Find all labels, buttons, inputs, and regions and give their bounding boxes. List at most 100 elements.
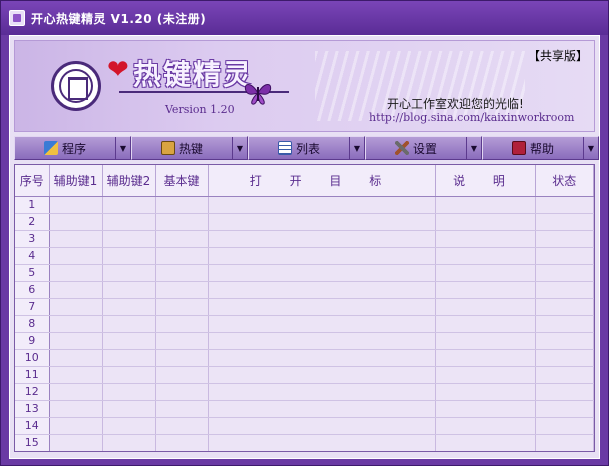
table-row[interactable]: 14: [15, 417, 594, 435]
cell-status[interactable]: [535, 247, 594, 265]
cell-base-key[interactable]: [155, 383, 209, 401]
cell-modifier1[interactable]: [49, 298, 103, 316]
cell-target[interactable]: [208, 247, 436, 265]
table-row[interactable]: 8: [15, 315, 594, 333]
cell-target[interactable]: [208, 366, 436, 384]
cell-target[interactable]: [208, 264, 436, 282]
cell-target[interactable]: [208, 213, 436, 231]
header-modifier1[interactable]: 辅助键1: [49, 165, 103, 197]
cell-base-key[interactable]: [155, 349, 209, 367]
header-index[interactable]: 序号: [15, 165, 50, 197]
cell-modifier2[interactable]: [102, 196, 156, 214]
cell-description[interactable]: [435, 332, 536, 350]
cell-modifier2[interactable]: [102, 366, 156, 384]
homepage-link[interactable]: http://blog.sina.com/kaixinworkroom: [369, 111, 574, 124]
app-icon[interactable]: [9, 10, 25, 26]
cell-status[interactable]: [535, 281, 594, 299]
program-button[interactable]: 程序: [15, 137, 115, 159]
settings-menu-button[interactable]: 设置 ▼: [365, 136, 482, 160]
header-description[interactable]: 说 明: [435, 165, 536, 197]
hotkey-button[interactable]: 热键: [132, 137, 232, 159]
cell-status[interactable]: [535, 230, 594, 248]
cell-status[interactable]: [535, 349, 594, 367]
cell-base-key[interactable]: [155, 281, 209, 299]
cell-status[interactable]: [535, 264, 594, 282]
header-target[interactable]: 打 开 目 标: [208, 165, 436, 197]
cell-modifier1[interactable]: [49, 315, 103, 333]
cell-modifier2[interactable]: [102, 383, 156, 401]
header-modifier2[interactable]: 辅助键2: [102, 165, 156, 197]
cell-base-key[interactable]: [155, 230, 209, 248]
cell-description[interactable]: [435, 213, 536, 231]
cell-base-key[interactable]: [155, 434, 209, 451]
cell-modifier2[interactable]: [102, 298, 156, 316]
cell-modifier1[interactable]: [49, 417, 103, 435]
cell-status[interactable]: [535, 417, 594, 435]
table-row[interactable]: 11: [15, 366, 594, 384]
cell-base-key[interactable]: [155, 298, 209, 316]
table-row[interactable]: 5: [15, 264, 594, 282]
cell-base-key[interactable]: [155, 315, 209, 333]
table-row[interactable]: 6: [15, 281, 594, 299]
help-button[interactable]: 帮助: [483, 137, 583, 159]
chevron-down-icon[interactable]: ▼: [466, 137, 481, 159]
cell-base-key[interactable]: [155, 213, 209, 231]
table-row[interactable]: 4: [15, 247, 594, 265]
table-row[interactable]: 9: [15, 332, 594, 350]
hotkey-menu-button[interactable]: 热键 ▼: [131, 136, 248, 160]
cell-modifier1[interactable]: [49, 366, 103, 384]
cell-status[interactable]: [535, 298, 594, 316]
header-base-key[interactable]: 基本键: [155, 165, 209, 197]
chevron-down-icon[interactable]: ▼: [115, 137, 130, 159]
cell-modifier2[interactable]: [102, 332, 156, 350]
cell-target[interactable]: [208, 315, 436, 333]
cell-modifier1[interactable]: [49, 349, 103, 367]
cell-description[interactable]: [435, 383, 536, 401]
cell-modifier1[interactable]: [49, 196, 103, 214]
header-status[interactable]: 状态: [535, 165, 594, 197]
cell-modifier2[interactable]: [102, 213, 156, 231]
chevron-down-icon[interactable]: ▼: [583, 137, 598, 159]
cell-modifier1[interactable]: [49, 281, 103, 299]
cell-target[interactable]: [208, 417, 436, 435]
cell-target[interactable]: [208, 349, 436, 367]
table-row[interactable]: 7: [15, 298, 594, 316]
program-menu-button[interactable]: 程序 ▼: [14, 136, 131, 160]
title-bar[interactable]: 开心热键精灵 V1.20 (未注册): [1, 1, 608, 35]
cell-modifier2[interactable]: [102, 315, 156, 333]
cell-status[interactable]: [535, 332, 594, 350]
settings-button[interactable]: 设置: [366, 137, 466, 159]
cell-description[interactable]: [435, 434, 536, 451]
cell-modifier2[interactable]: [102, 264, 156, 282]
table-row[interactable]: 2: [15, 213, 594, 231]
cell-target[interactable]: [208, 400, 436, 418]
cell-status[interactable]: [535, 383, 594, 401]
cell-modifier1[interactable]: [49, 213, 103, 231]
cell-modifier1[interactable]: [49, 434, 103, 451]
cell-base-key[interactable]: [155, 366, 209, 384]
cell-base-key[interactable]: [155, 400, 209, 418]
cell-target[interactable]: [208, 434, 436, 451]
cell-modifier1[interactable]: [49, 264, 103, 282]
cell-modifier1[interactable]: [49, 332, 103, 350]
cell-target[interactable]: [208, 332, 436, 350]
cell-modifier2[interactable]: [102, 400, 156, 418]
cell-modifier2[interactable]: [102, 417, 156, 435]
list-menu-button[interactable]: 列表 ▼: [248, 136, 365, 160]
cell-modifier2[interactable]: [102, 281, 156, 299]
cell-target[interactable]: [208, 281, 436, 299]
cell-status[interactable]: [535, 315, 594, 333]
cell-modifier2[interactable]: [102, 434, 156, 451]
cell-description[interactable]: [435, 366, 536, 384]
cell-status[interactable]: [535, 400, 594, 418]
cell-target[interactable]: [208, 298, 436, 316]
cell-modifier2[interactable]: [102, 247, 156, 265]
table-row[interactable]: 15: [15, 434, 594, 451]
chevron-down-icon[interactable]: ▼: [232, 137, 247, 159]
cell-modifier2[interactable]: [102, 349, 156, 367]
cell-base-key[interactable]: [155, 417, 209, 435]
cell-description[interactable]: [435, 264, 536, 282]
cell-base-key[interactable]: [155, 332, 209, 350]
chevron-down-icon[interactable]: ▼: [349, 137, 364, 159]
help-menu-button[interactable]: 帮助 ▼: [482, 136, 599, 160]
